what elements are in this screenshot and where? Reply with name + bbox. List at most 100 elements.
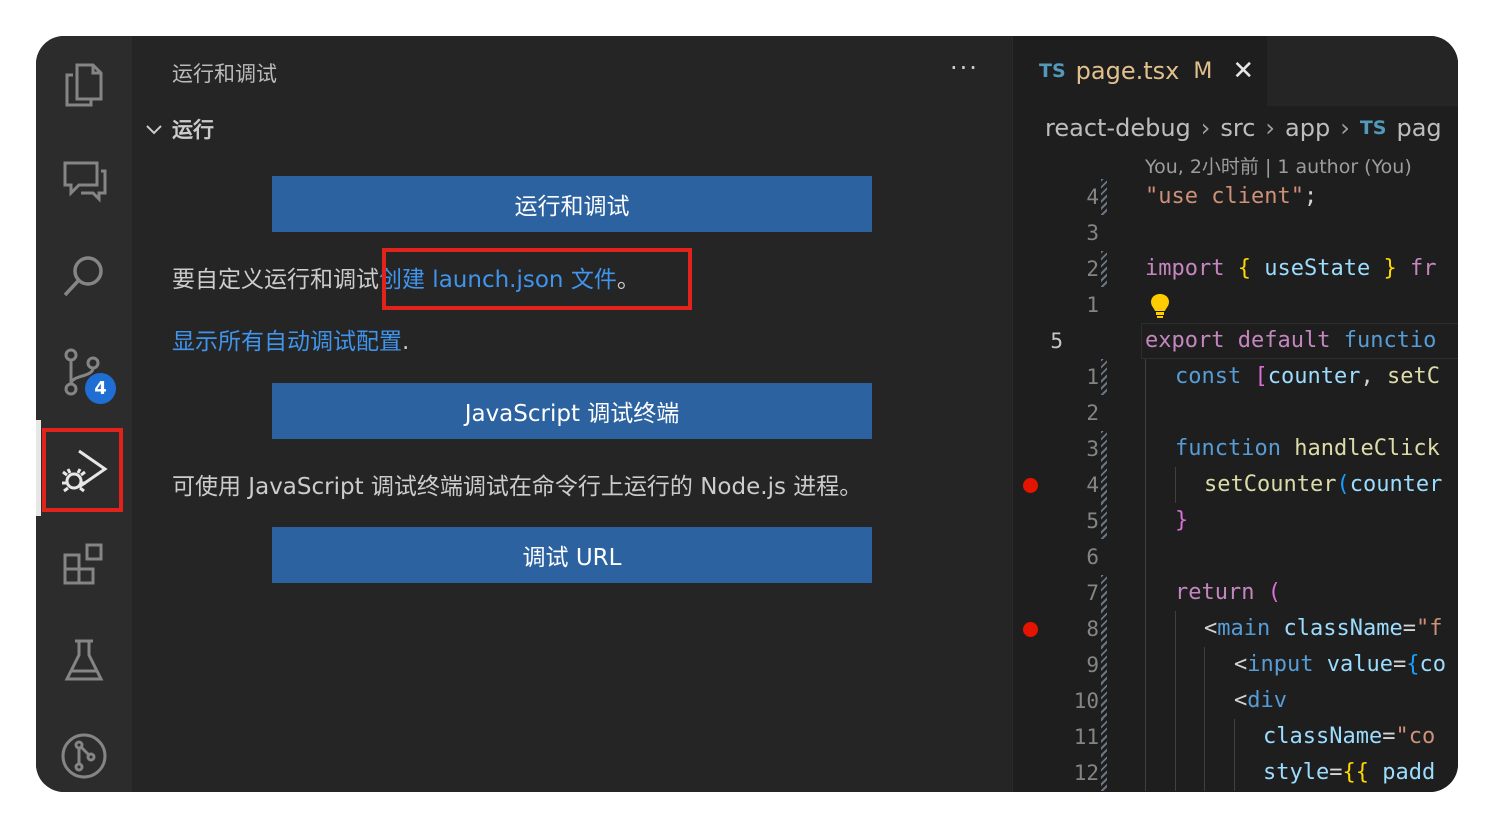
change-marker — [1101, 647, 1107, 683]
indent-guide — [1204, 755, 1205, 791]
code-text: export default functio — [1145, 323, 1436, 359]
change-marker — [1101, 611, 1107, 647]
search-icon[interactable] — [36, 228, 132, 324]
line-number: 11 — [1073, 725, 1099, 749]
token: [ — [1254, 364, 1268, 389]
token: = — [1382, 724, 1396, 749]
tab-page-tsx[interactable]: TS page.tsx M ✕ — [1013, 36, 1267, 106]
change-marker — [1101, 719, 1107, 755]
code-line[interactable]: 4 "use client"; — [1013, 179, 1458, 215]
git-graph-icon[interactable] — [36, 708, 132, 792]
code-line[interactable]: 5 } — [1013, 503, 1458, 539]
tab-filename: page.tsx — [1075, 57, 1180, 85]
show-configs-suffix: . — [402, 329, 410, 355]
token: functio — [1343, 328, 1437, 353]
token: } — [1383, 256, 1397, 281]
code-text: className="co — [1263, 719, 1435, 755]
change-marker — [1101, 431, 1107, 467]
code-line[interactable]: 7 return ( — [1013, 575, 1458, 611]
breadcrumb-item[interactable]: app — [1285, 114, 1330, 142]
token: className — [1283, 616, 1403, 641]
run-section-header[interactable]: 运行 — [144, 114, 214, 144]
line-number: 2 — [1086, 257, 1099, 281]
close-icon[interactable]: ✕ — [1232, 56, 1254, 86]
code-line[interactable]: 12 style={{ padd — [1013, 755, 1458, 791]
run-and-debug-button[interactable]: 运行和调试 — [272, 176, 872, 232]
token: counter — [1349, 472, 1443, 497]
indent-guide — [1175, 683, 1176, 719]
git-blame-codelens[interactable]: You, 2小时前 | 1 author (You) — [1145, 152, 1412, 179]
indent-guide — [1145, 359, 1146, 395]
breadcrumb-file[interactable]: pag — [1396, 114, 1441, 142]
line-number: 3 — [1086, 437, 1099, 461]
token: ( — [1267, 580, 1281, 605]
lightbulb-icon[interactable] — [1149, 292, 1171, 320]
code-line[interactable]: 9 <input value={co — [1013, 647, 1458, 683]
change-marker — [1101, 359, 1107, 395]
code-line[interactable]: 2 — [1013, 395, 1458, 431]
code-line[interactable]: 10 <div — [1013, 683, 1458, 719]
extensions-icon[interactable] — [36, 516, 132, 612]
code-line[interactable]: 8 <main className="f — [1013, 611, 1458, 647]
indent-guide — [1145, 539, 1146, 575]
token: style — [1263, 760, 1330, 785]
show-all-configs-link[interactable]: 显示所有自动调试配置 — [172, 329, 402, 355]
code-line[interactable]: 4 setCounter(counter — [1013, 467, 1458, 503]
code-line[interactable]: 3 — [1013, 215, 1458, 251]
breadcrumb-item[interactable]: src — [1220, 114, 1255, 142]
token: < — [1204, 616, 1218, 641]
token: className — [1263, 724, 1383, 749]
change-marker — [1101, 503, 1107, 539]
token: function — [1175, 436, 1281, 461]
token: import — [1145, 256, 1225, 281]
indent-guide — [1145, 683, 1146, 719]
indent-guide — [1234, 719, 1235, 755]
code-line-current[interactable]: 5 export default functio — [1013, 323, 1458, 359]
code-text: "use client"; — [1145, 179, 1317, 215]
code-line[interactable]: 3 function handleClick — [1013, 431, 1458, 467]
line-number: 7 — [1086, 581, 1099, 605]
run-debug-sidebar: 运行和调试 ··· 运行 运行和调试 要自定义运行和调试创建 launch.js… — [132, 36, 1012, 792]
indent-guide — [1234, 755, 1235, 791]
token: handleClick — [1294, 436, 1440, 461]
code-line[interactable]: 1 — [1013, 287, 1458, 323]
indent-guide — [1145, 719, 1146, 755]
code-text: setCounter(counter — [1204, 467, 1442, 503]
sidebar-title: 运行和调试 — [172, 62, 277, 86]
tab-bar: TS page.tsx M ✕ — [1013, 36, 1458, 106]
indent-guide — [1175, 755, 1176, 791]
debug-url-button[interactable]: 调试 URL — [272, 527, 872, 583]
line-number: 4 — [1086, 473, 1099, 497]
indent-guide — [1175, 611, 1176, 647]
indent-guide — [1175, 647, 1176, 683]
code-line[interactable]: 2 import { useState } fr — [1013, 251, 1458, 287]
source-control-icon[interactable] — [36, 324, 132, 420]
code-line[interactable]: 6 — [1013, 539, 1458, 575]
code-line[interactable]: 11 className="co — [1013, 719, 1458, 755]
code-line[interactable]: 1 const [counter, setC — [1013, 359, 1458, 395]
editor-pane: TS page.tsx M ✕ react-debug › src › app … — [1012, 36, 1458, 792]
token: export — [1145, 328, 1225, 353]
indent-guide — [1175, 467, 1176, 503]
customize-prefix: 要自定义运行和调试 — [172, 267, 379, 293]
testing-icon[interactable] — [36, 612, 132, 708]
chat-icon[interactable] — [36, 132, 132, 228]
more-actions-button[interactable]: ··· — [950, 54, 979, 82]
change-marker — [1101, 179, 1107, 215]
indent-guide — [1145, 755, 1146, 791]
breadcrumb-item[interactable]: react-debug — [1045, 114, 1191, 142]
line-number: 10 — [1073, 689, 1099, 713]
indent-guide — [1204, 719, 1205, 755]
line-number: 3 — [1086, 221, 1099, 245]
token: fr — [1409, 256, 1437, 281]
code-text: <main className="f — [1204, 611, 1442, 647]
token: value — [1326, 652, 1393, 677]
indent-guide — [1204, 683, 1205, 719]
typescript-icon: TS — [1039, 60, 1066, 82]
code-text: style={{ padd — [1263, 755, 1435, 791]
token: return — [1175, 580, 1255, 605]
js-debug-terminal-button[interactable]: JavaScript 调试终端 — [272, 383, 872, 439]
explorer-icon[interactable] — [36, 36, 132, 132]
show-configs-text: 显示所有自动调试配置. — [172, 322, 409, 356]
section-title: 运行 — [172, 118, 214, 142]
